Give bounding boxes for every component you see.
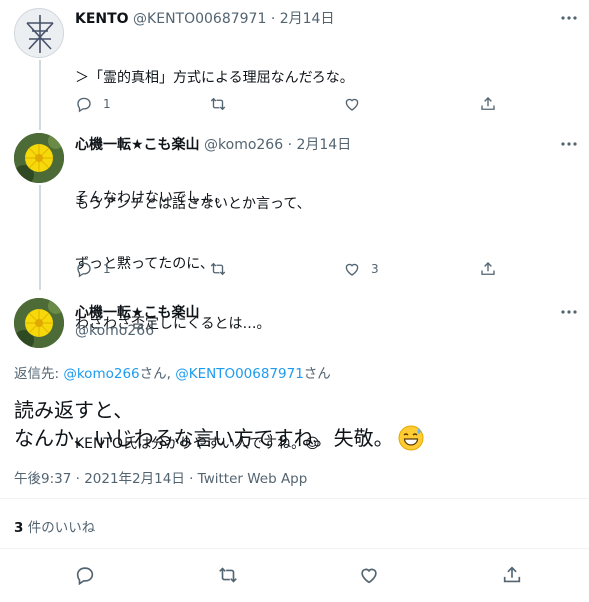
reply-icon xyxy=(77,262,91,278)
more-options-icon[interactable] xyxy=(559,8,579,28)
like-count: 3 xyxy=(371,262,379,276)
handle[interactable]: @komo266 xyxy=(75,323,154,339)
reply-to-prefix: 返信先: xyxy=(14,366,64,382)
tweet-actions: 1 xyxy=(75,94,505,114)
tweet-meta[interactable]: 午後9:37 · 2021年2月14日 · Twitter Web App xyxy=(14,467,307,487)
tweet-actions: 1 3 xyxy=(75,259,505,279)
thread-line xyxy=(39,60,41,125)
tweet-line: もうアンチとは話さないとか言って、 xyxy=(75,196,311,212)
main-tweet-actions xyxy=(74,564,524,586)
reply-button[interactable]: 1 xyxy=(75,94,111,114)
handle[interactable]: @KENTO00687971 xyxy=(133,11,266,27)
share-button[interactable] xyxy=(479,94,497,114)
divider xyxy=(0,498,589,499)
dandelion-photo-icon xyxy=(14,298,64,348)
likes-summary[interactable]: 3 件のいいね xyxy=(14,516,95,536)
thread-line xyxy=(39,185,41,290)
retweet-icon xyxy=(210,97,226,111)
divider xyxy=(0,548,589,549)
main-tweet-text: 読み返すと、 なんか、いじわるな言い方ですね。失敬。 xyxy=(14,396,424,452)
author-name-block: 心機一転★こも楽山 xyxy=(75,302,200,322)
mention-link[interactable]: @KENTO00687971 xyxy=(175,366,304,382)
likes-label: 件のいいね xyxy=(23,520,96,536)
timestamp[interactable]: · 2月14日 xyxy=(271,11,335,27)
display-name[interactable]: KENTO xyxy=(75,11,129,27)
avatar[interactable] xyxy=(14,133,64,183)
reply-to-line: 返信先: @komo266さん, @KENTO00687971さん xyxy=(14,362,331,382)
tweet-line-with-emoji: なんか、いじわるな言い方ですね。失敬。 xyxy=(14,424,424,452)
tweet-kento[interactable]: KENTO @KENTO00687971 · 2月14日 ＞「霊的真相」方式によ… xyxy=(0,0,589,206)
reply-count: 1 xyxy=(103,262,111,276)
avatar[interactable] xyxy=(14,298,64,348)
star-logo-icon xyxy=(26,15,54,53)
tweet-header: 心機一転★こも楽山 @komo266 · 2月14日 xyxy=(75,134,351,154)
tweet-komo[interactable]: 心機一転★こも楽山 @komo266 · 2月14日 もうアンチとは話さないとか… xyxy=(0,125,589,452)
mention-link[interactable]: @komo266 xyxy=(63,366,139,382)
avatar[interactable] xyxy=(14,8,64,58)
heart-icon[interactable] xyxy=(358,564,380,586)
reply-to-suffix: さん xyxy=(303,366,331,382)
share-icon xyxy=(481,97,495,110)
dandelion-photo-icon xyxy=(14,133,64,183)
more-options-icon[interactable] xyxy=(559,134,579,154)
reply-icon xyxy=(77,97,91,113)
tweet-line: なんか、いじわるな言い方ですね。失敬。 xyxy=(14,426,394,450)
display-name[interactable]: 心機一転★こも楽山 xyxy=(75,302,200,322)
reply-icon[interactable] xyxy=(74,564,96,586)
retweet-button[interactable] xyxy=(209,259,227,279)
more-options-icon[interactable] xyxy=(559,302,579,322)
likes-count: 3 xyxy=(14,520,24,536)
tweet-line: 読み返すと、 xyxy=(14,398,134,422)
main-tweet: 心機一転★こも楽山 @komo266 返信先: @komo266さん, @KEN… xyxy=(0,290,589,602)
heart-icon xyxy=(345,263,359,276)
reply-button[interactable]: 1 xyxy=(75,259,111,279)
share-icon xyxy=(481,262,495,275)
tweet-line: ＞「霊的真相」方式による理屈なんだろな。 xyxy=(75,70,354,86)
reply-count: 1 xyxy=(103,97,111,111)
retweet-button[interactable] xyxy=(209,94,227,114)
display-name[interactable]: 心機一転★こも楽山 xyxy=(75,137,200,153)
handle[interactable]: @komo266 xyxy=(204,137,283,153)
tweet-header: KENTO @KENTO00687971 · 2月14日 xyxy=(75,8,334,28)
like-button[interactable]: 3 xyxy=(343,259,379,279)
share-icon[interactable] xyxy=(501,564,523,586)
sweat-smile-emoji-icon xyxy=(398,425,424,451)
thread-line xyxy=(39,125,41,130)
timestamp[interactable]: · 2月14日 xyxy=(288,137,352,153)
heart-icon xyxy=(345,98,359,111)
retweet-icon[interactable] xyxy=(217,564,239,586)
reply-to-sep: さん, xyxy=(139,366,176,382)
share-button[interactable] xyxy=(479,259,497,279)
like-button[interactable] xyxy=(343,94,361,114)
retweet-icon xyxy=(210,262,226,276)
